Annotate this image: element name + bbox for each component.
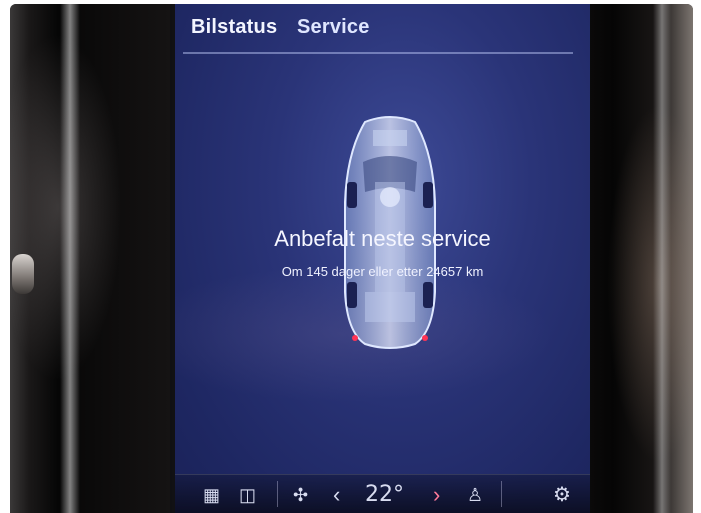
bottom-divider: [277, 481, 278, 507]
screen-header: Bilstatus Service: [175, 4, 590, 54]
temperature-display[interactable]: 22°: [365, 484, 404, 506]
bottom-divider: [501, 481, 502, 507]
bottom-climate-bar: ▦ ◫ ✣ ‹ 22° › ♙ ⚙: [175, 474, 590, 513]
chevron-left-icon[interactable]: ‹: [333, 484, 340, 506]
infotainment-screen: Bilstatus Service Anbefalt neste service…: [175, 4, 590, 513]
apps-grid-icon[interactable]: ▦: [203, 485, 220, 505]
photo-frame: Bilstatus Service Anbefalt neste service…: [10, 4, 693, 513]
bezel-left: [10, 4, 170, 513]
seat-icon[interactable]: ♙: [467, 485, 483, 505]
header-divider: [183, 52, 573, 54]
bezel-right: [578, 4, 693, 513]
service-title: Anbefalt neste service: [274, 226, 491, 251]
volume-knob[interactable]: [12, 254, 34, 294]
fan-icon[interactable]: ✣: [293, 485, 308, 505]
service-detail: Om 145 dager eller etter 24657 km: [281, 264, 484, 279]
gear-icon[interactable]: ⚙: [553, 485, 571, 505]
camera-icon[interactable]: ◫: [239, 485, 256, 505]
tab-bilstatus[interactable]: Bilstatus: [191, 16, 277, 39]
bezel-reflection: [60, 4, 80, 513]
chevron-right-icon[interactable]: ›: [433, 484, 440, 506]
bezel-reflection-right: [653, 4, 671, 513]
tab-service[interactable]: Service: [297, 16, 370, 39]
